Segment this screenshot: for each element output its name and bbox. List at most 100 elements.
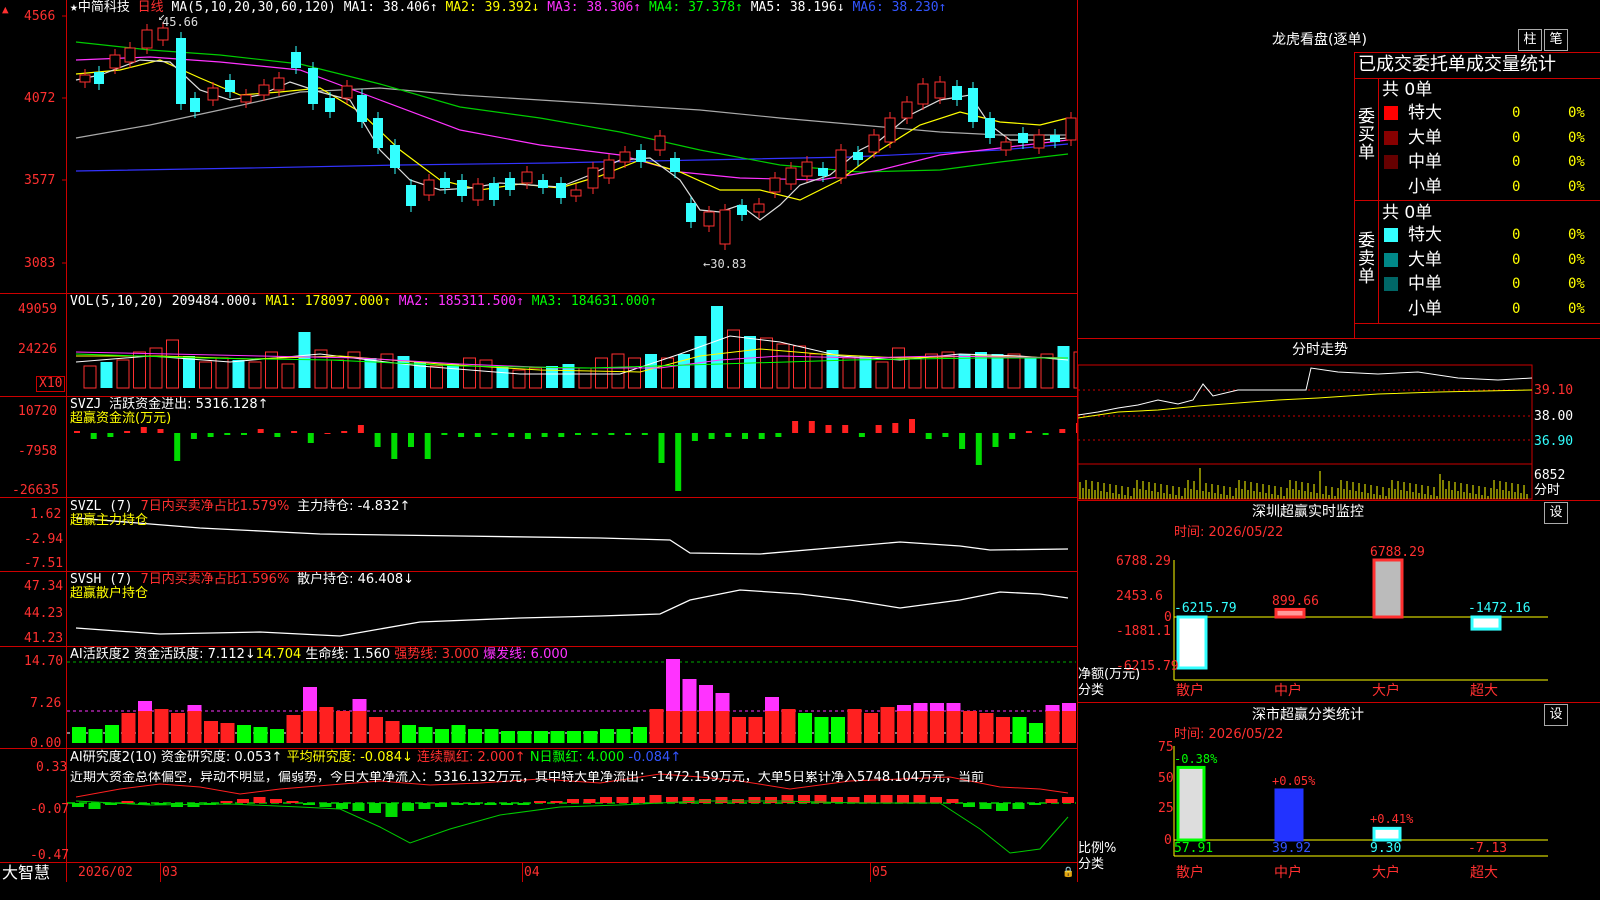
vol-bar — [661, 357, 674, 389]
svzj-bar — [758, 433, 765, 439]
scroll-up-icon[interactable]: ▲ — [2, 3, 9, 17]
star-icon[interactable]: ★ — [70, 0, 78, 15]
vol-bar — [183, 356, 195, 388]
candle — [325, 98, 335, 112]
sz-class-chart[interactable] — [1078, 740, 1600, 880]
ai2-v3: 连续飘红: 2.000↑ — [417, 750, 526, 765]
svzj-bar — [408, 433, 414, 447]
ai-bar — [385, 721, 400, 743]
y-tick: 49059 — [18, 302, 58, 317]
sell-row-swatch — [1384, 277, 1398, 291]
ai2-v2: 平均研究度: -0.084↓ — [286, 750, 413, 765]
buy-row-swatch — [1384, 179, 1398, 194]
vol-bar — [975, 352, 987, 388]
svzj-bar — [508, 433, 515, 437]
fenshi-unit: 分时 — [1534, 483, 1561, 498]
research-bar — [402, 803, 414, 811]
period-label[interactable]: 日线 — [138, 0, 164, 15]
sz-monitor-bar — [1470, 615, 1502, 631]
research-bar — [270, 799, 282, 803]
ai-bar-top — [930, 703, 944, 711]
vol-bar — [991, 354, 1004, 388]
y-tick: 0.33 — [36, 760, 68, 775]
candle — [753, 203, 765, 213]
svzj-bar — [441, 433, 448, 435]
ai1-v4: 强势线: 3.000 — [394, 647, 480, 662]
candle — [868, 134, 880, 153]
svzj-header: SVZJ 活跃资金进出: 5316.128↑ — [70, 398, 269, 412]
ma5-value: MA5: 38.196↓ — [750, 0, 845, 15]
ai-bar-top — [913, 703, 928, 711]
volume-chart[interactable] — [0, 294, 1077, 396]
research-bar — [633, 797, 645, 803]
svzj-bar — [591, 433, 598, 435]
candle — [258, 84, 270, 96]
sz-class-ylabel: 比例% — [1078, 841, 1117, 856]
candle — [240, 94, 252, 103]
stock-name[interactable]: 中简科技 — [78, 0, 130, 15]
ai-activity-chart[interactable] — [0, 647, 1077, 748]
tick-mode-button[interactable]: 笔 — [1544, 29, 1568, 51]
ai-bar — [583, 731, 598, 743]
y-tick: 0 — [1164, 833, 1172, 848]
candle — [703, 211, 715, 227]
vol-bar — [100, 362, 113, 388]
ai2-v1: 资金研究度: 0.053↑ — [160, 750, 283, 765]
ai-bar — [864, 713, 878, 743]
vol-bar — [430, 365, 443, 389]
intraday-chart[interactable] — [1078, 360, 1600, 500]
svzj-bar — [541, 433, 548, 437]
bar-mode-button[interactable]: 柱 — [1518, 29, 1542, 51]
vol-bar — [265, 351, 278, 389]
research-bar — [501, 803, 513, 805]
svzj-bar — [575, 433, 581, 435]
sz-class-value: 39.92 — [1272, 841, 1312, 856]
ma1-value: MA1: 38.406↑ — [343, 0, 438, 15]
ai-bar — [831, 717, 845, 743]
research-bar — [946, 799, 959, 803]
candle — [801, 161, 813, 177]
candle — [273, 77, 285, 91]
sell-row-name: 大单 — [1408, 249, 1442, 270]
svzj-bar — [174, 433, 181, 461]
candle — [505, 178, 515, 190]
svzj-bar — [942, 433, 949, 437]
ai1-v1: 资金活跃度: 7.112↓ — [134, 647, 256, 662]
buy-row-swatch — [1384, 130, 1398, 145]
ai-bar — [88, 729, 103, 743]
sz-monitor-category: 中户 — [1274, 683, 1302, 699]
sell-row-pct: 0% — [1568, 300, 1585, 317]
sz-monitor-time: 时间: 2026/05/22 — [1174, 525, 1284, 540]
price-tick: 36.90 — [1534, 434, 1574, 449]
svzj-bar — [374, 433, 381, 447]
ai1-v5: 爆发线: 6.000 — [483, 647, 568, 662]
sz-monitor-bar — [1274, 607, 1306, 619]
sell-row-count: 0 — [1512, 276, 1521, 292]
ai-bar-top — [303, 687, 317, 711]
vol-ma1-value: MA1: 178097.000↑ — [265, 294, 391, 309]
ai-bar — [996, 717, 1010, 743]
svsh-header: SVSH (7) 7日内买卖净占比1.596% 散户持仓: 46.408↓ — [70, 573, 414, 587]
ai2-label: AI研究度2(10) — [70, 750, 157, 765]
ai-bar-top — [352, 699, 367, 711]
research-bar — [567, 799, 579, 803]
ai-research-chart[interactable] — [0, 749, 1077, 862]
sz-class-settings-button[interactable]: 设 — [1544, 704, 1568, 726]
svzl-pct: 7日内买卖净占比1.579% — [140, 499, 290, 514]
research-bar — [880, 795, 893, 803]
svzj-bar — [391, 433, 398, 459]
candle — [719, 209, 731, 245]
ai-bar-top — [666, 659, 680, 711]
svsh-sub: 超赢散户持仓 — [70, 586, 149, 601]
buy-row-swatch — [1384, 106, 1398, 120]
candle — [686, 203, 696, 222]
ai-bar-top — [1062, 703, 1076, 711]
lock-icon[interactable]: 🔒 — [1062, 866, 1074, 880]
y-tick: -0.07 — [30, 802, 70, 817]
research-bar — [435, 803, 447, 807]
sz-monitor-settings-button[interactable]: 设 — [1544, 502, 1568, 524]
kline-chart[interactable]: 45.66 ↙ ←30.83 — [0, 0, 1077, 293]
candle — [985, 118, 995, 138]
research-bar — [468, 803, 480, 805]
y-tick: -7.51 — [24, 556, 64, 571]
